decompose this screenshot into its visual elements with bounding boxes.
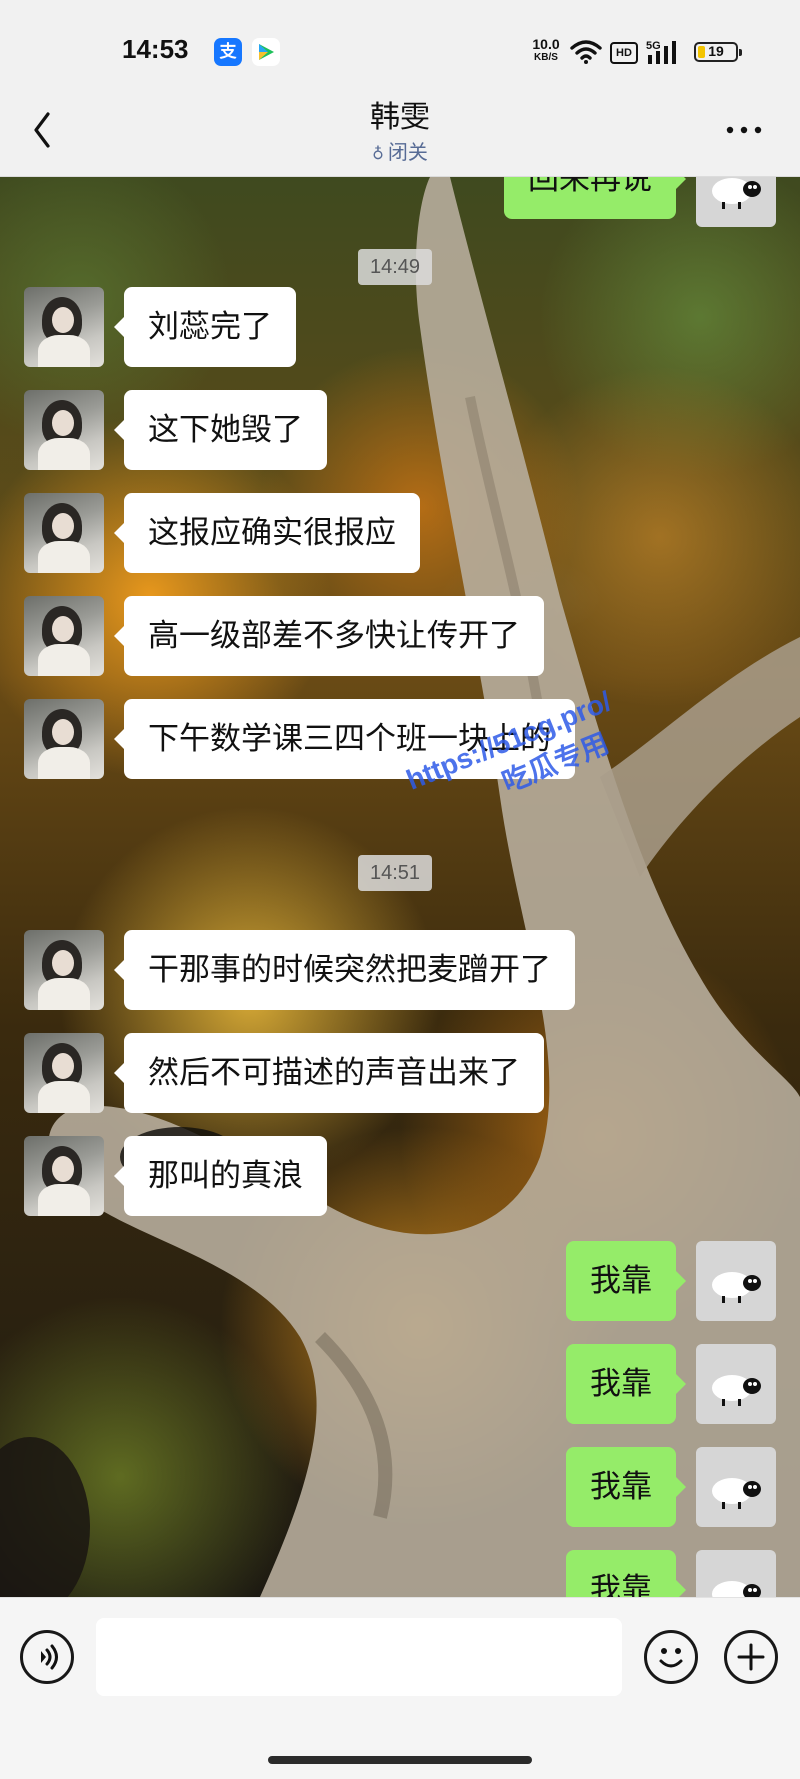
contact-avatar[interactable] — [24, 1136, 104, 1216]
contact-avatar[interactable] — [24, 287, 104, 367]
message-bubble-incoming[interactable]: 刘蕊完了 — [114, 287, 296, 367]
wifi-icon — [570, 40, 602, 64]
message-bubble-incoming[interactable]: 这报应确实很报应 — [114, 493, 420, 573]
contact-avatar[interactable] — [24, 596, 104, 676]
voice-icon — [41, 1644, 58, 1670]
message-bubble-incoming[interactable]: 那叫的真浪 — [114, 1136, 327, 1216]
input-bar — [0, 1597, 800, 1779]
sender-avatar[interactable] — [696, 1550, 776, 1597]
plus-button[interactable] — [724, 1630, 778, 1684]
contact-avatar[interactable] — [24, 493, 104, 573]
contact-name[interactable]: 韩雯 — [0, 92, 800, 136]
contact-avatar[interactable] — [24, 930, 104, 1010]
message-bubble-outgoing[interactable]: 我靠 — [566, 1241, 686, 1321]
contact-avatar[interactable] — [24, 390, 104, 470]
emoji-icon — [659, 1648, 683, 1668]
more-button[interactable] — [722, 112, 766, 148]
sheep-avatar-icon — [712, 1478, 761, 1509]
status-icon: ♁ — [372, 144, 384, 163]
message-bubble-outgoing[interactable]: 我靠 — [566, 1344, 686, 1424]
sender-avatar[interactable] — [696, 1447, 776, 1527]
status-time: 14:53 — [122, 34, 189, 64]
message-bubble-incoming[interactable]: 这下她毁了 — [114, 390, 327, 470]
chat-header: 韩雯 ♁ 闭关 — [0, 90, 800, 177]
alipay-icon: 支 — [214, 38, 242, 66]
battery-icon: 19 — [694, 42, 742, 62]
message-bubble-incoming[interactable]: 然后不可描述的声音出来了 — [114, 1033, 544, 1113]
sender-avatar[interactable] — [696, 1344, 776, 1424]
timestamp: 14:49 — [358, 249, 433, 285]
battery-label: 19 — [708, 43, 724, 59]
emoji-button[interactable] — [644, 1630, 698, 1684]
contact-avatar[interactable] — [24, 699, 104, 779]
home-indicator[interactable] — [268, 1756, 532, 1764]
contact-status-text: 闭关 — [387, 140, 428, 164]
sheep-avatar-icon — [712, 178, 761, 209]
svg-text:5G: 5G — [646, 40, 661, 52]
message-bubble-outgoing[interactable]: 回来再说 — [504, 177, 686, 219]
message-bubble-outgoing[interactable]: 我靠 — [566, 1447, 686, 1527]
signal-icon: 5G — [646, 40, 676, 64]
sheep-avatar-icon — [712, 1375, 761, 1406]
sender-avatar[interactable] — [696, 1241, 776, 1321]
sheep-avatar-icon — [712, 1581, 761, 1597]
more-icon — [726, 126, 762, 134]
timestamp: 14:51 — [358, 855, 433, 891]
plus-icon — [737, 1643, 765, 1671]
contact-avatar[interactable] — [24, 1033, 104, 1113]
message-bubble-incoming[interactable]: 干那事的时候突然把麦蹭开了 — [114, 930, 575, 1010]
message-input[interactable] — [96, 1618, 622, 1696]
chat-area[interactable]: 回来再说 14:49 刘蕊完了 这下她毁了 这报应确实很报应 高一级部差不多快让… — [0, 177, 800, 1597]
voice-button[interactable] — [20, 1630, 74, 1684]
status-bar: 14:53 支 10.0 KB/S HD 5G 19 — [0, 0, 800, 90]
sheep-avatar-icon — [712, 1272, 761, 1303]
video-icon — [252, 38, 280, 66]
message-bubble-outgoing[interactable]: 我靠 — [566, 1550, 686, 1597]
message-bubble-incoming[interactable]: 高一级部差不多快让传开了 — [114, 596, 544, 676]
sender-avatar[interactable] — [696, 177, 776, 227]
contact-status: ♁ 闭关 — [0, 136, 800, 165]
hd-icon: HD — [610, 42, 638, 64]
net-speed-indicator: 10.0 KB/S — [532, 36, 560, 63]
